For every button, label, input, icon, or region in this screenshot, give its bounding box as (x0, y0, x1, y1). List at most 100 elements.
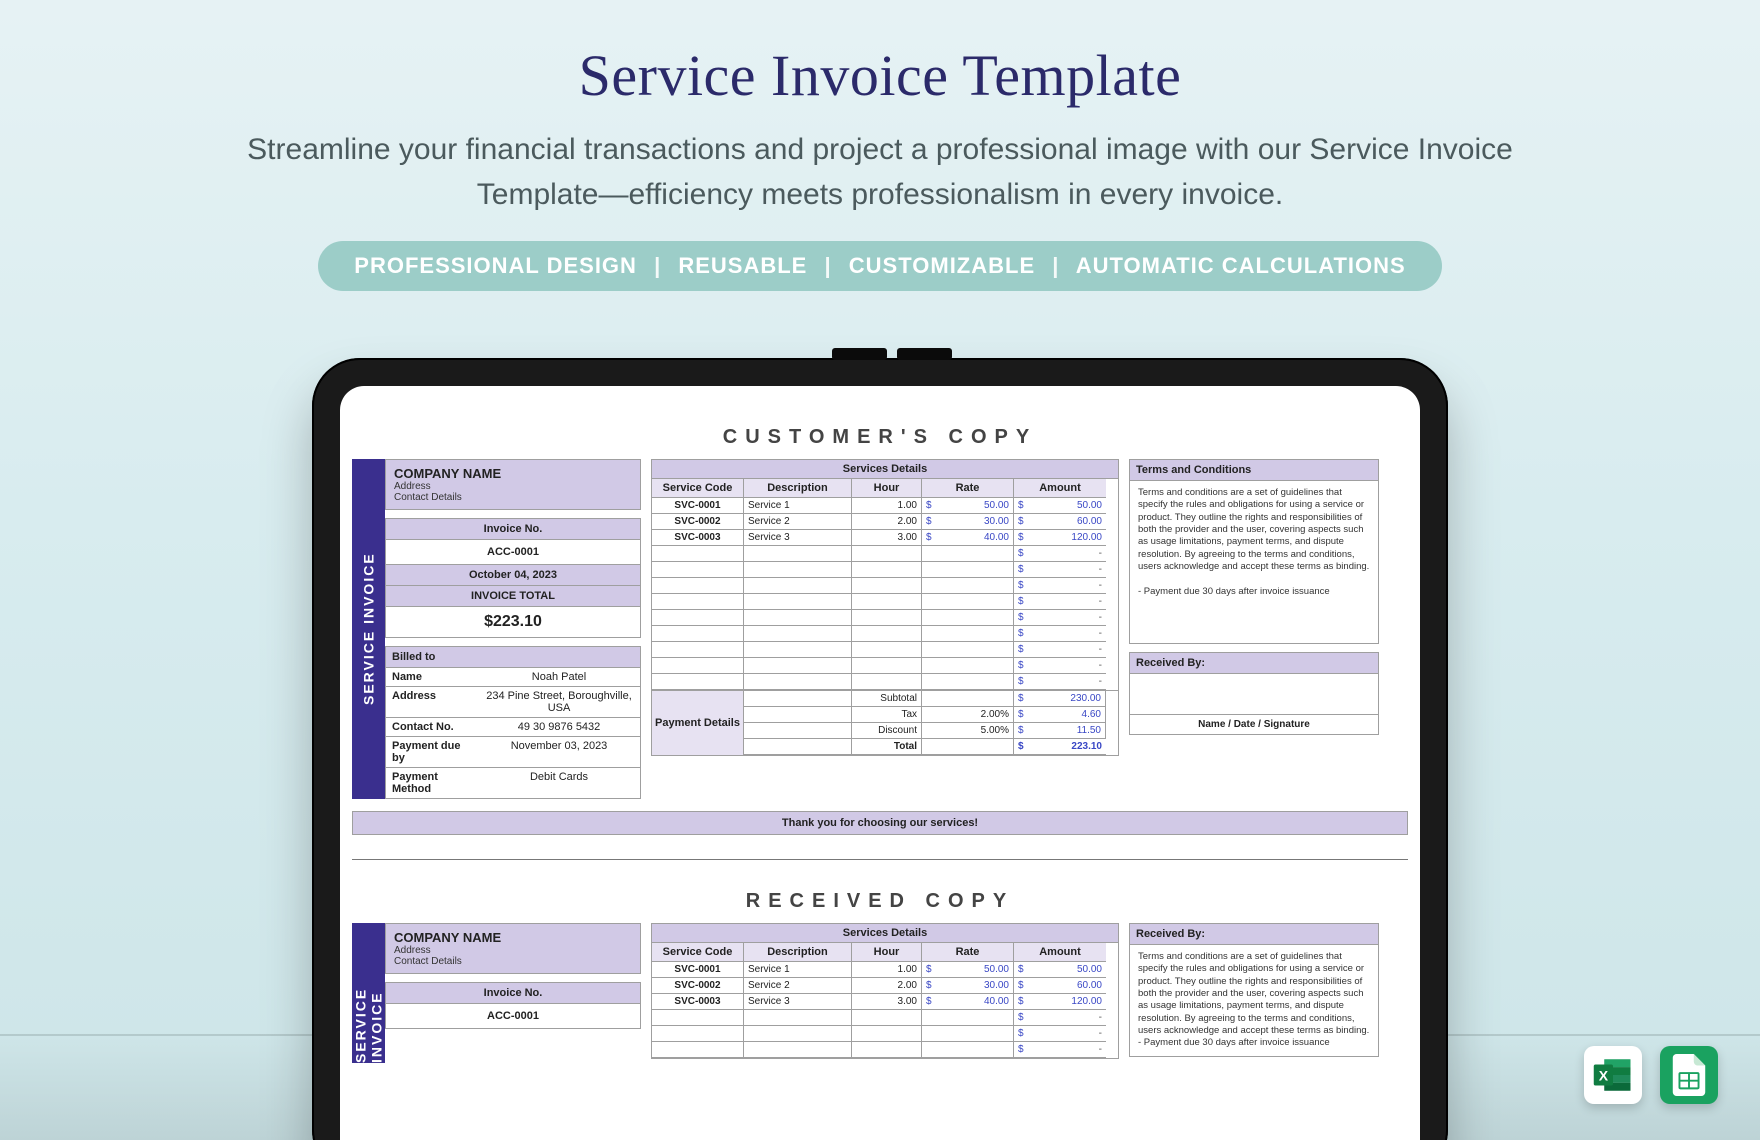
cell-amount-dash: $- (1014, 594, 1106, 610)
service-row-empty: $- (652, 610, 1118, 626)
services-header: Service Code Description Hour Rate Amoun… (652, 479, 1118, 498)
terms-title-2: Received By: (1130, 924, 1378, 945)
cell-desc: Service 3 (744, 530, 852, 546)
billed-row: Payment due byNovember 03, 2023 (386, 736, 640, 767)
service-row-empty: $- (652, 658, 1118, 674)
services-table: Services Details Service Code Descriptio… (651, 459, 1119, 691)
cell-code: SVC-0001 (652, 498, 744, 514)
terms-box-2: Received By: Terms and conditions are a … (1129, 923, 1379, 1057)
customer-copy-title: CUSTOMER'S COPY (352, 426, 1408, 449)
service-row-empty: $- (652, 1042, 1118, 1058)
billed-value: 234 Pine Street, Boroughville, USA (478, 686, 640, 717)
google-sheets-icon (1660, 1046, 1718, 1104)
pill-sep: | (1042, 253, 1069, 278)
services-column-2: Services Details Service Code Descriptio… (651, 923, 1119, 1063)
billed-key: Address (386, 686, 478, 717)
service-row-empty: $- (652, 1026, 1118, 1042)
service-row: SVC-0003Service 33.00$40.00$120.00 (652, 994, 1118, 1010)
feature-2: REUSABLE (678, 253, 807, 278)
cell-hour: 3.00 (852, 530, 922, 546)
summary-key: Subtotal (852, 691, 922, 707)
device-buttons (832, 348, 952, 360)
feature-3: CUSTOMIZABLE (849, 253, 1035, 278)
page-title: Service Invoice Template (0, 0, 1760, 109)
cell-hour: 1.00 (852, 498, 922, 514)
services-column: Services Details Service Code Descriptio… (651, 459, 1119, 799)
cell-amount: $120.00 (1014, 994, 1106, 1010)
company-block: COMPANY NAME Address Contact Details (385, 459, 641, 510)
service-row: SVC-0003Service 33.00$40.00$120.00 (652, 530, 1118, 546)
invoice-no-2: ACC-0001 (385, 1004, 641, 1029)
billed-value: 49 30 9876 5432 (478, 717, 640, 736)
cell-amount-dash: $- (1014, 1010, 1106, 1026)
cell-hour: 3.00 (852, 994, 922, 1010)
service-row-empty: $- (652, 674, 1118, 690)
cell-rate: $30.00 (922, 978, 1014, 994)
feature-1: PROFESSIONAL DESIGN (354, 253, 637, 278)
services-title-2: Services Details (652, 924, 1118, 943)
service-row-empty: $- (652, 642, 1118, 658)
cell-hour: 1.00 (852, 962, 922, 978)
summary-key: Tax (852, 707, 922, 723)
billed-key: Name (386, 668, 478, 686)
cell-code: SVC-0001 (652, 962, 744, 978)
spreadsheet: CUSTOMER'S COPY SERVICE INVOICE COMPANY … (340, 386, 1420, 1140)
company-name: COMPANY NAME (394, 466, 632, 481)
cell-desc: Service 2 (744, 514, 852, 530)
feature-pill: PROFESSIONAL DESIGN | REUSABLE | CUSTOMI… (318, 241, 1441, 291)
service-row-empty: $- (652, 546, 1118, 562)
services-title: Services Details (652, 460, 1118, 479)
service-row-empty: $- (652, 562, 1118, 578)
billed-value: Noah Patel (478, 668, 640, 686)
billed-row: Address234 Pine Street, Boroughville, US… (386, 686, 640, 717)
service-row-empty: $- (652, 578, 1118, 594)
cell-code: SVC-0003 (652, 994, 744, 1010)
cell-rate: $50.00 (922, 962, 1014, 978)
summary-key: Discount (852, 723, 922, 739)
cell-rate: $50.00 (922, 498, 1014, 514)
cell-hour: 2.00 (852, 978, 922, 994)
company-contact: Contact Details (394, 492, 632, 503)
cell-amount-dash: $- (1014, 562, 1106, 578)
pill-sep: | (644, 253, 671, 278)
summary-pct (922, 691, 1014, 707)
cell-amount-dash: $- (1014, 674, 1106, 690)
billed-block: Billed to NameNoah PatelAddress234 Pine … (385, 646, 641, 799)
terms-column: Terms and Conditions Terms and condition… (1129, 459, 1379, 799)
terms-column-2: Received By: Terms and conditions are a … (1129, 923, 1379, 1063)
cell-rate: $40.00 (922, 994, 1014, 1010)
billed-value: Debit Cards (478, 767, 640, 798)
summary-val: $4.60 (1014, 707, 1106, 723)
company-block-2: COMPANY NAME Address Contact Details (385, 923, 641, 974)
excel-icon: X (1584, 1046, 1642, 1104)
col-desc: Description (744, 479, 852, 498)
tablet-screen: CUSTOMER'S COPY SERVICE INVOICE COMPANY … (340, 386, 1420, 1140)
invoice-total: $223.10 (385, 607, 641, 638)
billed-key: Payment Method (386, 767, 478, 798)
billed-key: Contact No. (386, 717, 478, 736)
col-amount: Amount (1014, 479, 1106, 498)
cell-desc: Service 1 (744, 962, 852, 978)
company-address-2: Address (394, 945, 632, 956)
sidebar-label: SERVICE INVOICE (352, 459, 385, 799)
cell-desc: Service 1 (744, 498, 852, 514)
received-by-title: Received By: (1130, 653, 1378, 674)
cell-amount-dash: $- (1014, 610, 1106, 626)
summary-val: $11.50 (1014, 723, 1106, 739)
cell-amount: $50.00 (1014, 498, 1106, 514)
summary-key: Total (852, 739, 922, 755)
service-row: SVC-0002Service 22.00$30.00$60.00 (652, 978, 1118, 994)
billed-key: Payment due by (386, 736, 478, 767)
cell-amount-dash: $- (1014, 658, 1106, 674)
invoice-no: ACC-0001 (385, 540, 641, 565)
cell-rate: $30.00 (922, 514, 1014, 530)
billed-title: Billed to (386, 647, 640, 668)
terms-body-2: Terms and conditions are a set of guidel… (1130, 945, 1378, 1056)
billed-row: NameNoah Patel (386, 668, 640, 686)
cell-code: SVC-0003 (652, 530, 744, 546)
cell-hour: 2.00 (852, 514, 922, 530)
cell-amount-dash: $- (1014, 578, 1106, 594)
service-row: SVC-0001Service 11.00$50.00$50.00 (652, 498, 1118, 514)
cell-amount: $60.00 (1014, 514, 1106, 530)
cell-amount-dash: $- (1014, 1026, 1106, 1042)
